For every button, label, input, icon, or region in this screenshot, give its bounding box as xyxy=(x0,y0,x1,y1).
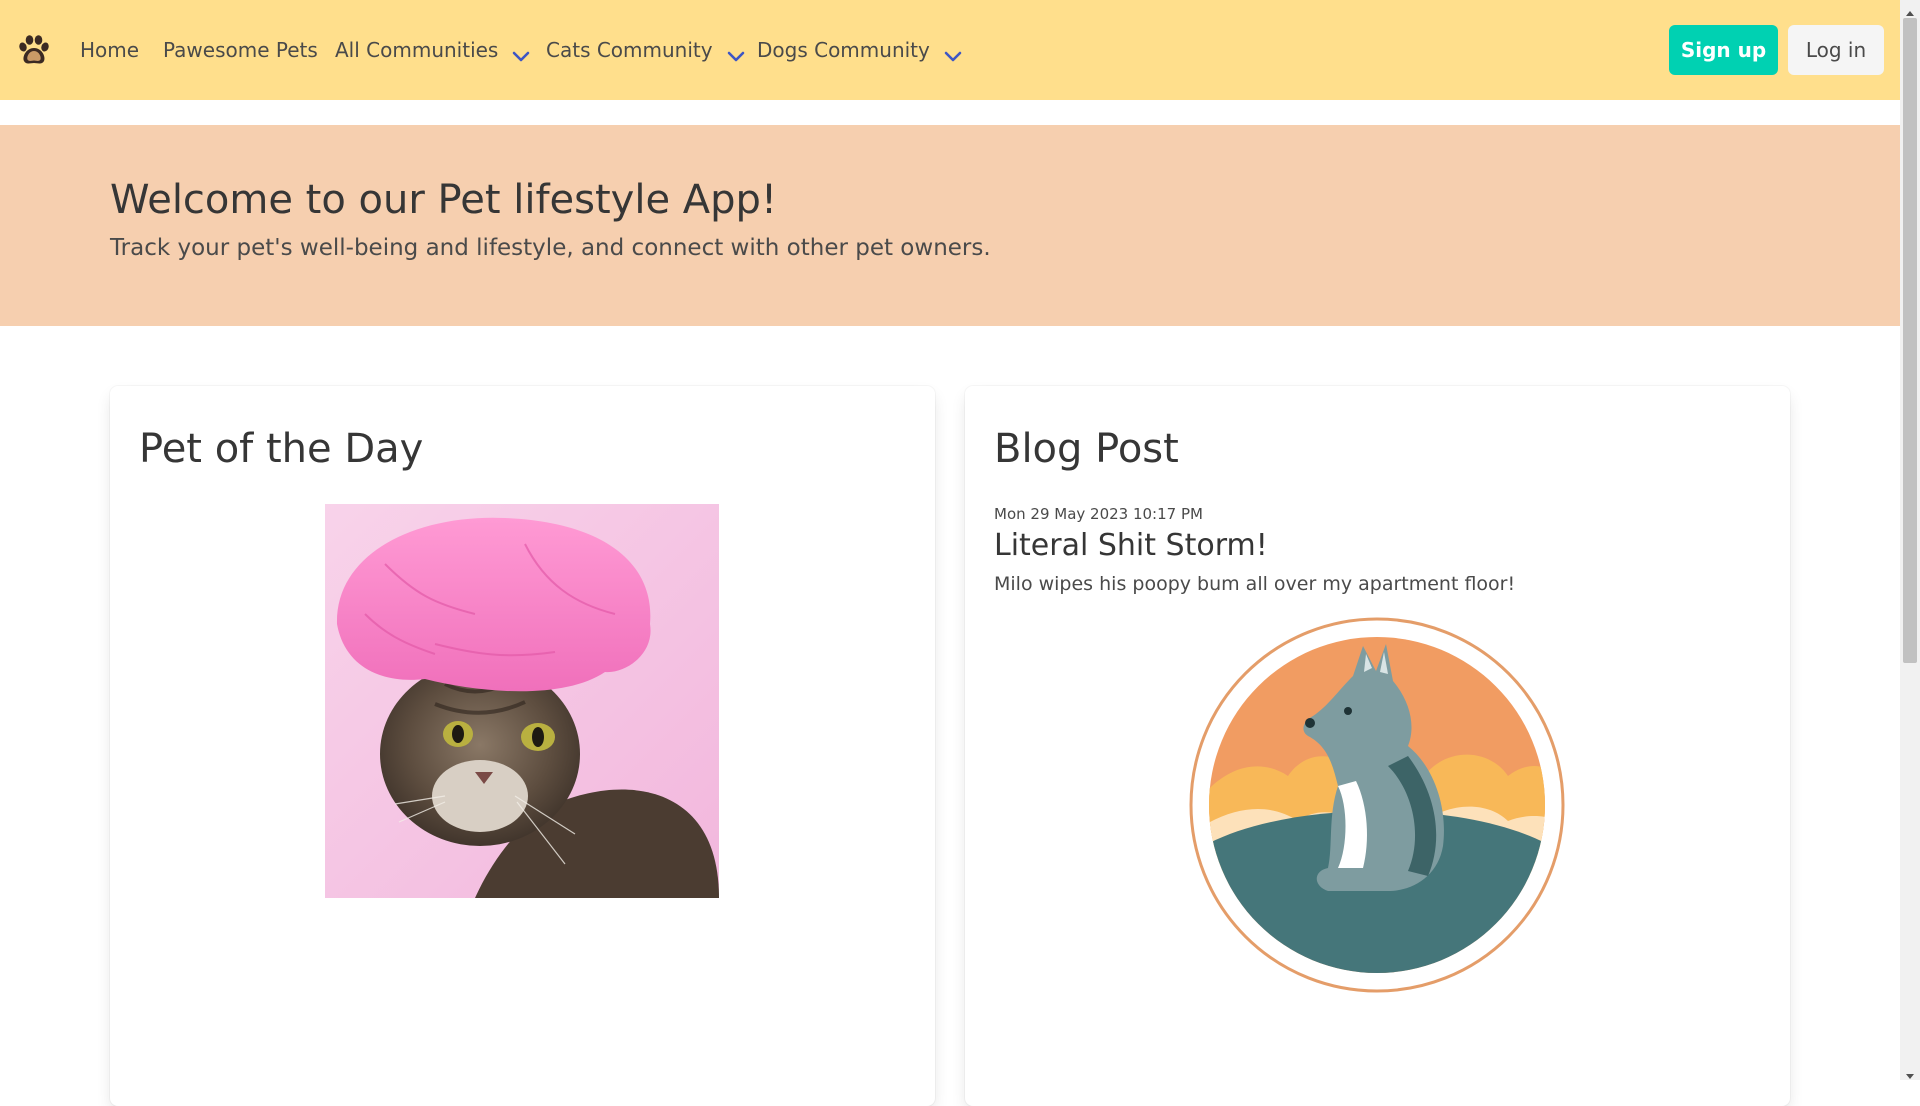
nav-dogs-community-dropdown[interactable]: Dogs Community xyxy=(757,0,962,100)
post-date: Mon 29 May 2023 10:17 PM xyxy=(994,505,1203,523)
blog-post-card: Blog Post Mon 29 May 2023 10:17 PM Liter… xyxy=(965,386,1790,1106)
nav-all-communities-dropdown[interactable]: All Communities xyxy=(335,0,530,100)
paw-icon[interactable] xyxy=(14,30,54,70)
nav-cats-community-dropdown[interactable]: Cats Community xyxy=(546,0,745,100)
post-title[interactable]: Literal Shit Storm! xyxy=(994,528,1268,563)
page-scrollbar[interactable] xyxy=(1900,0,1920,1080)
chevron-down-icon xyxy=(727,44,745,62)
nav-home[interactable]: Home xyxy=(80,0,139,100)
hero-subtitle: Track your pet's well-being and lifestyl… xyxy=(110,235,991,261)
pet-of-the-day-title: Pet of the Day xyxy=(139,426,424,472)
nav-pawesome-pets-label: Pawesome Pets xyxy=(163,38,318,62)
blog-post-section-title: Blog Post xyxy=(994,426,1179,472)
chevron-down-icon xyxy=(944,44,962,62)
hero-title: Welcome to our Pet lifestyle App! xyxy=(110,177,777,223)
sign-up-button[interactable]: Sign up xyxy=(1669,25,1778,75)
pet-of-the-day-photo xyxy=(325,504,719,898)
pet-of-the-day-card: Pet of the Day xyxy=(110,386,935,1106)
scroll-down-arrow-icon[interactable] xyxy=(1905,1066,1915,1079)
log-in-button[interactable]: Log in xyxy=(1788,25,1884,75)
nav-dogs-community-label: Dogs Community xyxy=(757,38,930,62)
nav-all-communities-label: All Communities xyxy=(335,38,499,62)
hero-banner: Welcome to our Pet lifestyle App! Track … xyxy=(0,125,1900,326)
top-navbar: Home Pawesome Pets All Communities Cats … xyxy=(0,0,1900,100)
scrollbar-thumb[interactable] xyxy=(1903,18,1917,663)
scroll-up-arrow-icon[interactable] xyxy=(1905,4,1915,16)
chevron-down-icon xyxy=(512,44,530,62)
nav-cats-community-label: Cats Community xyxy=(546,38,713,62)
post-body: Milo wipes his poopy bum all over my apa… xyxy=(994,573,1516,595)
post-image xyxy=(1188,616,1566,994)
nav-pawesome-pets[interactable]: Pawesome Pets xyxy=(163,0,318,100)
nav-home-label: Home xyxy=(80,38,140,62)
